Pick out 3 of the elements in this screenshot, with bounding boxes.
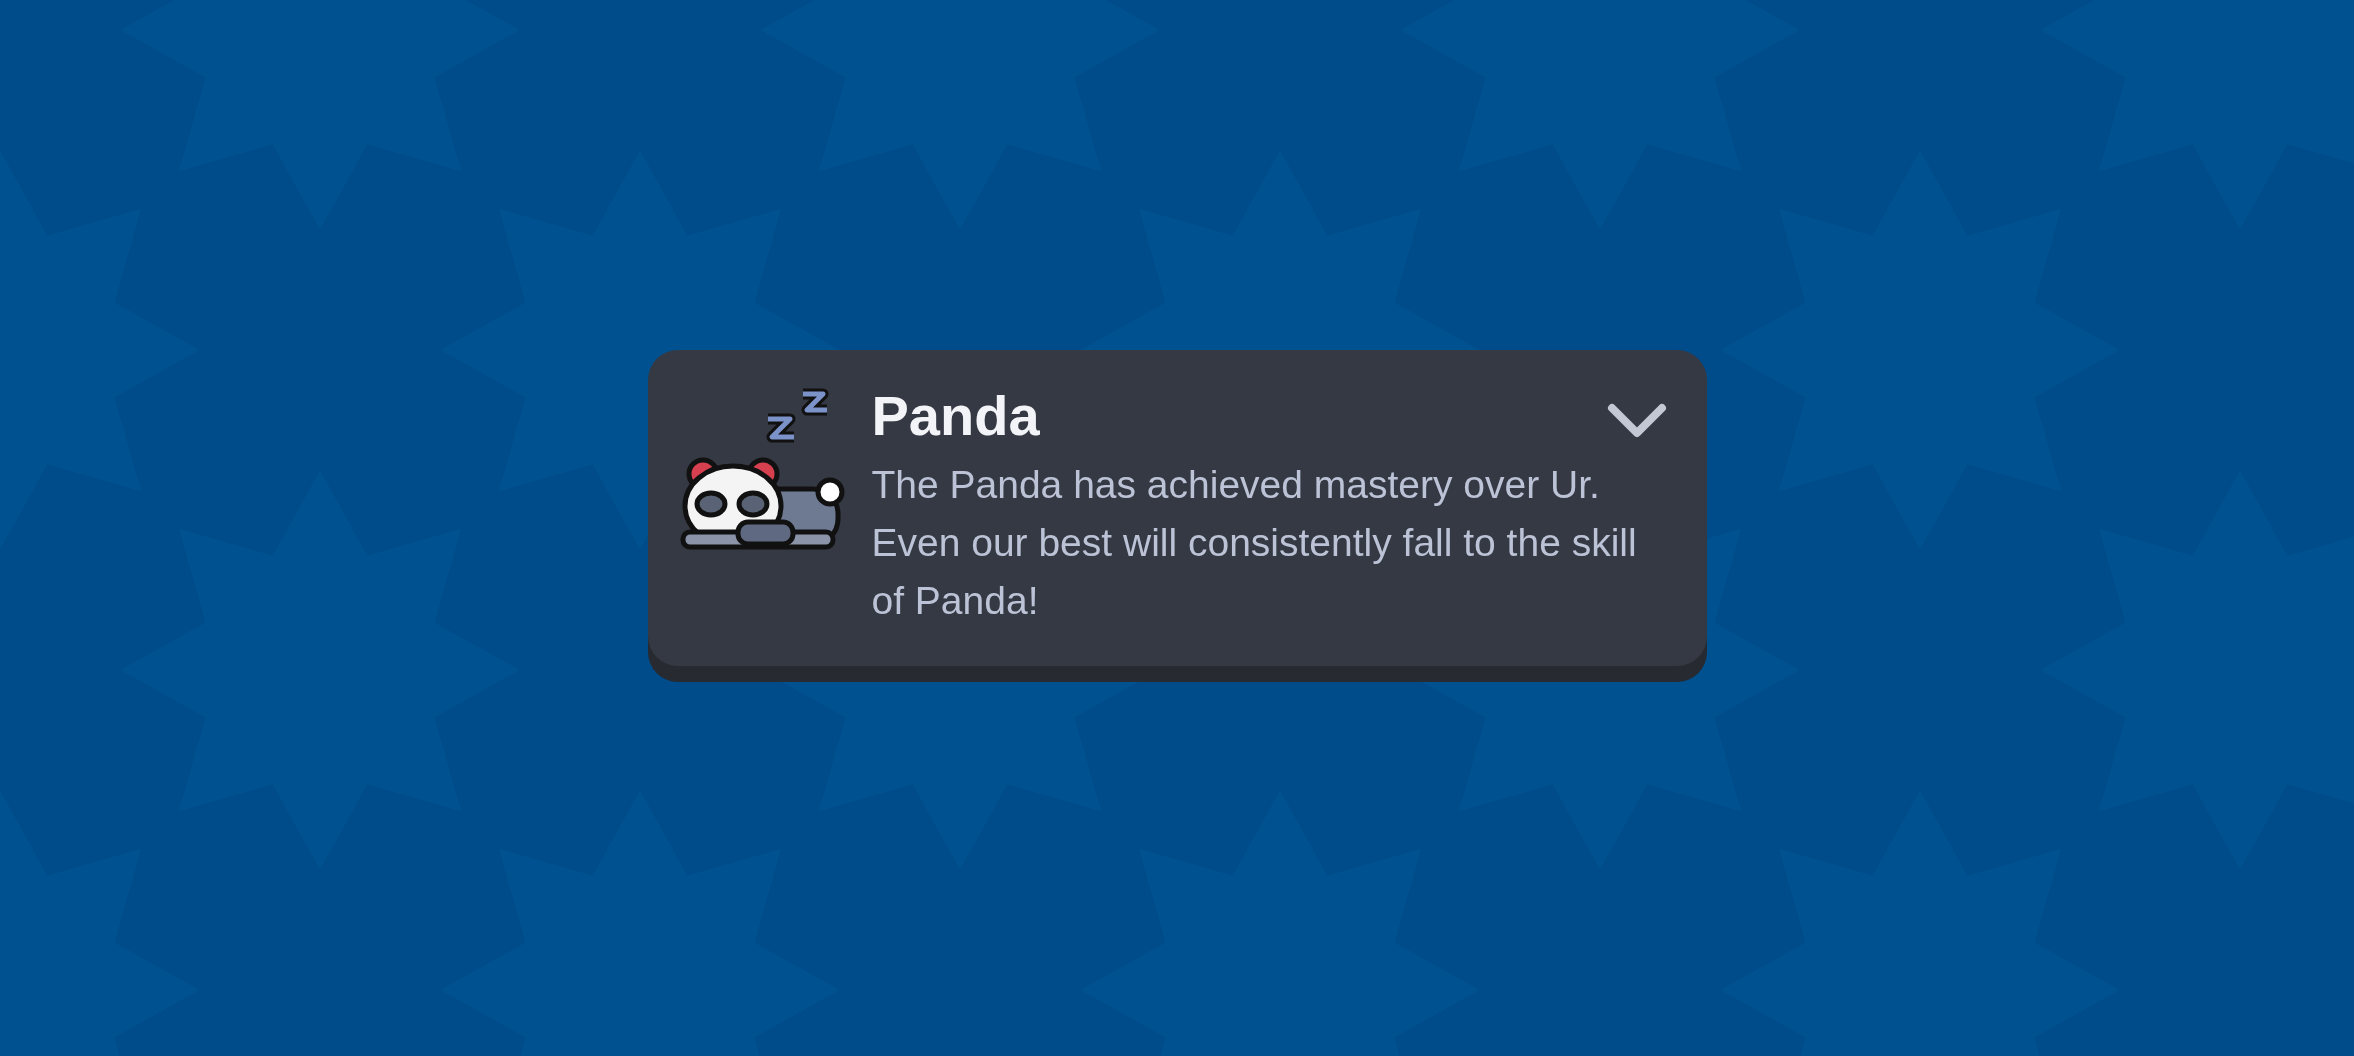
chevron-down-icon <box>1606 403 1667 439</box>
notification-title: Panda <box>871 384 1040 448</box>
notification-message: The Panda has achieved mastery over Ur. Even our best will consistently fall to the skill of Panda! <box>871 462 1638 624</box>
